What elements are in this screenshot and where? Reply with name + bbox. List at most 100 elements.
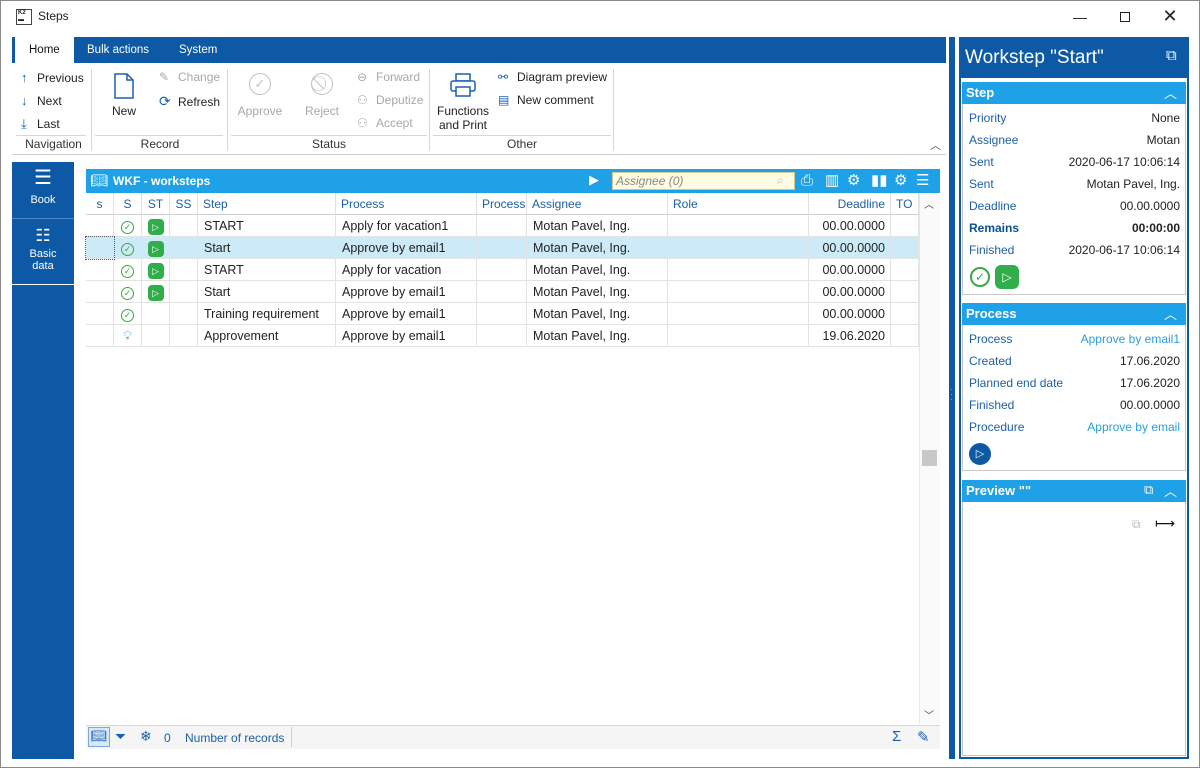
arrow-down-icon: ↓	[21, 93, 28, 108]
table-row[interactable]: ✓ Training requirement Approve by email1 Mo…	[86, 303, 919, 325]
previous-button[interactable]: ↑ Previous	[21, 70, 84, 85]
functions-and-print-button[interactable]: Functions and Print	[435, 73, 491, 132]
process-play-icon[interactable]: ▷	[969, 443, 991, 465]
col-to[interactable]: TO	[891, 193, 919, 215]
process-cell: Approve by email1	[336, 237, 477, 259]
table-row[interactable]: ✓ ▷ START Apply for vacation1 Motan Pavel, I…	[86, 215, 919, 237]
col-deadline[interactable]: Deadline	[809, 193, 891, 215]
snowflake-icon[interactable]: ❄	[140, 728, 152, 745]
print-icon[interactable]: ⎙	[801, 172, 813, 190]
scroll-up-icon[interactable]: ︿	[924, 196, 934, 211]
step-section-header[interactable]: Step	[962, 82, 1186, 104]
col-assignee[interactable]: Assignee	[527, 193, 668, 215]
change-button[interactable]: ✎ Change	[159, 70, 220, 84]
last-button[interactable]: ⤓ Last	[21, 116, 60, 132]
printer-icon	[450, 73, 476, 97]
collapse-process-icon[interactable]: ︿	[1164, 304, 1177, 323]
process-cell: Approve by email1	[336, 303, 477, 325]
scrollbar-thumb[interactable]	[922, 450, 937, 466]
menu-icon[interactable]: ☰	[916, 172, 929, 190]
hamburger-icon: ☰	[34, 167, 52, 189]
col-s[interactable]: S	[114, 193, 142, 215]
table-row[interactable]: ✓ ▷ Start Approve by email1 Motan Pavel, Ing…	[86, 281, 919, 303]
process-section-header[interactable]: Process	[962, 303, 1186, 325]
maximize-button[interactable]	[1102, 1, 1148, 32]
fit-width-icon[interactable]: ⟼	[1155, 515, 1175, 532]
table-row[interactable]: ✓ ▷ Start Approve by email1 Motan Pavel, Ing…	[85, 236, 919, 260]
columns-icon[interactable]: ▮▮	[871, 172, 888, 190]
process-field-link[interactable]: Approve by email	[1001, 420, 1180, 434]
records-label: Number of records	[185, 731, 285, 745]
approve-button[interactable]: ✓ Approve	[235, 73, 285, 118]
check-circle-icon: ✓	[121, 243, 134, 256]
filter-icon[interactable]: ⏷	[115, 728, 126, 745]
col-process-s[interactable]: Process s	[477, 193, 527, 215]
new-comment-label: New comment	[517, 93, 594, 107]
last-label: Last	[37, 117, 60, 131]
reject-button[interactable]: ⃠ Reject	[299, 73, 345, 118]
deadline-cell: 19.06.2020	[809, 325, 891, 347]
diagram-preview-button[interactable]: ⚯ Diagram preview	[498, 70, 607, 84]
bulb-icon: 💡︎	[122, 328, 133, 343]
ss-cell	[170, 281, 198, 303]
minimize-button[interactable]: —	[1057, 1, 1103, 32]
col-role[interactable]: Role	[668, 193, 809, 215]
preview-open-icon[interactable]: ⧉	[1132, 517, 1141, 532]
new-document-icon	[114, 73, 134, 99]
step-field-value: Motan	[1146, 133, 1180, 147]
nav-basic-data[interactable]: ☷ Basic data	[12, 221, 74, 285]
refresh-button[interactable]: ⟳ Refresh	[159, 93, 220, 110]
col-s-lower[interactable]: s	[86, 193, 114, 215]
edit-icon[interactable]: ✎	[917, 728, 930, 746]
pencil-icon: ✎	[159, 70, 170, 84]
ss-cell	[170, 215, 198, 237]
table-row[interactable]: ✓ ▷ START Apply for vacation Motan Pavel, In…	[86, 259, 919, 281]
nav-data-label: data	[32, 260, 54, 272]
new-button[interactable]: New	[109, 71, 139, 127]
close-button[interactable]: ✕	[1147, 1, 1193, 32]
nav-book[interactable]: ☰ Book	[12, 162, 74, 219]
preview-popout-icon[interactable]: ⧉	[1144, 482, 1153, 498]
collapse-step-icon[interactable]: ︿	[1164, 83, 1177, 102]
hierarchy-icon[interactable]: ⚙	[847, 172, 860, 190]
process-field-link[interactable]: Approve by email1	[1001, 332, 1180, 346]
accept-button[interactable]: ⚇ Accept	[357, 116, 413, 130]
next-button[interactable]: ↓ Next	[21, 93, 62, 108]
col-ss[interactable]: SS	[170, 193, 198, 215]
to-cell	[891, 237, 919, 259]
row-marker-cell	[86, 259, 114, 281]
book-view-icon[interactable]: 📖︎	[88, 727, 110, 747]
check-circle-icon: ✓	[121, 287, 134, 300]
role-cell	[668, 303, 809, 325]
diagram-icon: ⚯	[498, 70, 509, 84]
deadline-cell: 00.00.0000	[809, 237, 891, 259]
diagram-preview-label: Diagram preview	[517, 70, 608, 84]
sum-icon[interactable]: Σ	[892, 728, 901, 745]
tab-system[interactable]: System	[165, 37, 231, 63]
col-step[interactable]: Step	[198, 193, 336, 215]
forward-button[interactable]: ⊖ Forward	[357, 70, 420, 84]
state-cell	[142, 325, 170, 347]
process-cell: Apply for vacation	[336, 259, 477, 281]
tab-home[interactable]: Home	[15, 37, 74, 63]
refresh-label: Refresh	[178, 94, 221, 109]
settings-icon[interactable]: ⚙	[894, 172, 907, 190]
col-st[interactable]: ST	[142, 193, 170, 215]
scroll-down-icon[interactable]: ﹀	[924, 707, 934, 722]
col-process[interactable]: Process	[336, 193, 477, 215]
popout-icon[interactable]: ⧉	[1166, 47, 1177, 64]
approve-icon: ✓	[249, 73, 271, 95]
tab-bulk-actions[interactable]: Bulk actions	[73, 37, 163, 63]
chart-icon[interactable]: ▥	[825, 172, 839, 190]
play-arrow-icon[interactable]: ▶	[589, 172, 599, 188]
search-icon[interactable]: ⌕	[777, 173, 784, 188]
table-row[interactable]: 💡︎ Approvement Approve by email1 Motan Pave…	[86, 325, 919, 347]
new-comment-button[interactable]: ▤ New comment	[498, 93, 594, 107]
collapse-ribbon-icon[interactable]: ︿	[930, 137, 941, 153]
collapse-preview-icon[interactable]: ︿	[1164, 481, 1177, 500]
deputize-button[interactable]: ⚇ Deputize	[357, 93, 423, 107]
assignee-search-input[interactable]: Assignee (0)	[612, 172, 795, 190]
process-field-value: 17.06.2020	[1119, 376, 1180, 390]
to-cell	[891, 303, 919, 325]
step-start-icon: ▷	[995, 265, 1019, 289]
